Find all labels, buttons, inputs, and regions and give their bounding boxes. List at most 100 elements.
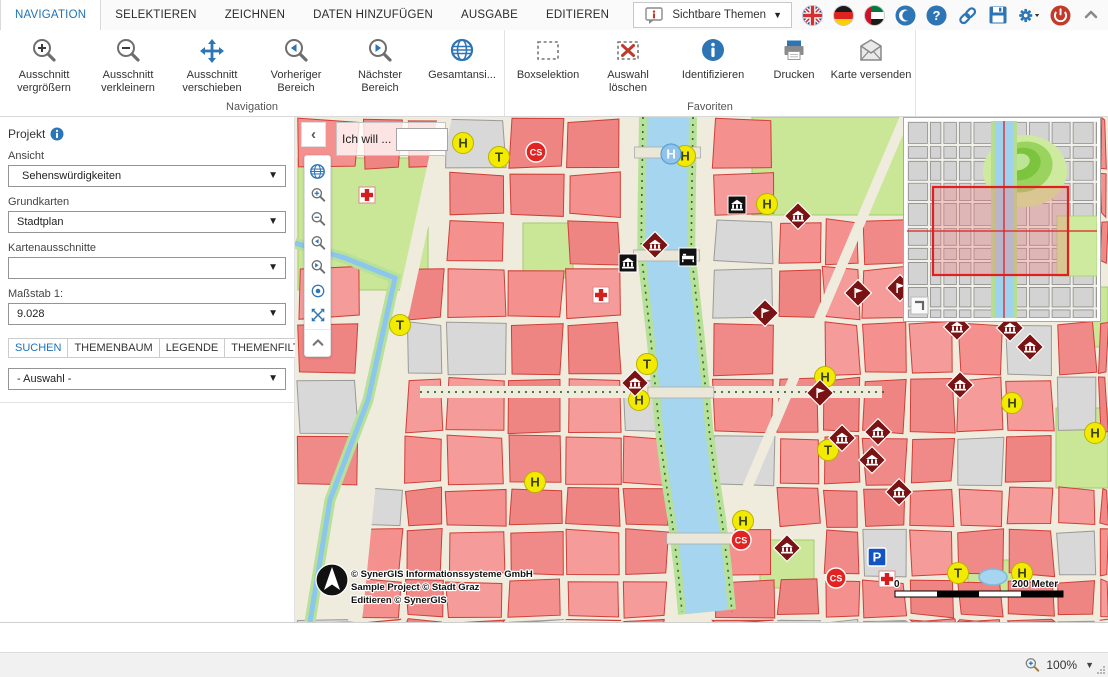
zoom-out-icon[interactable] [305,207,330,231]
stop-yellow-h-marker[interactable]: H [453,133,474,154]
ansicht-value: Sehenswürdigkeiten [22,170,121,182]
full-extent-icon [448,35,476,67]
settings-gear-icon[interactable] [1018,4,1040,26]
map-toolstrip [304,155,331,357]
project-info-icon[interactable] [50,127,64,141]
hotel-square-marker[interactable] [679,248,697,266]
overview-collapse-icon[interactable] [911,297,928,314]
svg-text:H: H [738,514,747,529]
ansicht-dropdown[interactable]: Sehenswürdigkeiten ▼ [8,165,286,187]
help-icon[interactable]: ? [925,4,947,26]
stop-yellow-h-marker[interactable]: H [525,472,546,493]
stop-yellow-t-marker[interactable]: T [948,563,969,584]
previous-extent-icon[interactable] [305,231,330,255]
grundkarten-label: Grundkarten [8,196,286,208]
menu-tab-navigation[interactable]: NAVIGATION [0,0,101,30]
power-icon[interactable] [1049,4,1071,26]
svg-text:H: H [666,147,675,162]
identify-button[interactable]: Identifizieren [667,30,759,99]
menu-tab-editieren[interactable]: EDITIEREN [532,0,623,30]
chevron-down-icon: ▼ [268,308,278,319]
stop-yellow-h-marker[interactable]: H [1085,423,1106,444]
resize-grip[interactable] [1096,665,1106,675]
museum-square-marker[interactable] [728,196,746,214]
tab-themenbaum[interactable]: THEMENBAUM [67,338,159,358]
print-icon [780,35,808,67]
box-selection-button[interactable]: Boxselektion [507,30,589,99]
ich-will-input[interactable] [396,128,448,151]
collapse-up-icon[interactable] [1080,4,1102,26]
map-area[interactable]: HHHHHHHHHHTTTTTHCSCSCSP © SynerGIS Infor… [295,117,1108,622]
svg-text:T: T [396,318,404,333]
menu-tab-daten-hinzufuegen[interactable]: DATEN HINZUFÜGEN [299,0,447,30]
next-extent-icon[interactable] [305,255,330,279]
massstab-label: Maßstab 1: [8,288,286,300]
search-selection-dropdown[interactable]: - Auswahl - ▼ [8,368,286,390]
pharmacy-cross-marker[interactable] [359,187,375,203]
send-map-button[interactable]: Karte versenden [829,30,913,99]
stop-yellow-h-marker[interactable]: H [1002,393,1023,414]
citybus-cs-marker[interactable]: CS [526,142,546,162]
svg-text:H: H [1007,396,1016,411]
stop-yellow-h-marker[interactable]: H [757,194,778,215]
collapse-up-icon[interactable] [305,329,330,353]
grundkarten-value: Stadtplan [17,216,63,228]
pharmacy-cross-marker[interactable] [879,571,895,587]
stop-yellow-t-marker[interactable]: T [637,354,658,375]
full-extent-button[interactable]: Gesamtansi... [422,30,502,99]
svg-text:CS: CS [530,147,543,157]
tab-suchen[interactable]: SUCHEN [8,338,68,358]
info-bubble-icon [643,4,665,26]
stop-yellow-t-marker[interactable]: T [390,315,411,336]
massstab-dropdown[interactable]: 9.028 ▼ [8,303,286,325]
kartenausschnitte-dropdown[interactable]: ▼ [8,257,286,279]
pharmacy-cross-marker[interactable] [593,287,609,303]
previous-extent-button[interactable]: Vorheriger Bereich [254,30,338,99]
menu-tab-ausgabe[interactable]: AUSGABE [447,0,532,30]
status-bar: 100% ▼ [0,652,1108,677]
crescent-icon[interactable] [894,4,916,26]
overview-map[interactable] [903,117,1101,322]
flag-uae-icon[interactable] [863,4,885,26]
citybus-cs-marker[interactable]: CS [731,530,751,550]
link-icon[interactable] [956,4,978,26]
svg-text:CS: CS [830,573,843,583]
flag-germany-icon[interactable] [832,4,854,26]
toolbar: Ausschnitt vergrößern Ausschnitt verklei… [0,30,1108,117]
svg-text:T: T [824,443,832,458]
sidebar-divider [0,402,294,403]
menu-tab-zeichnen[interactable]: ZEICHNEN [211,0,299,30]
print-button[interactable]: Drucken [759,30,829,99]
send-map-label: Karte versenden [830,69,912,82]
svg-text:?: ? [932,8,940,23]
next-extent-button[interactable]: Nächster Bereich [338,30,422,99]
full-extent-icon[interactable] [305,303,330,327]
museum-square-marker[interactable] [619,254,637,272]
zoom-in-icon[interactable] [305,183,330,207]
clear-selection-button[interactable]: Auswahl löschen [589,30,667,99]
menu-tab-selektieren[interactable]: SELEKTIEREN [101,0,210,30]
ansicht-label: Ansicht [8,150,286,162]
save-icon[interactable] [987,4,1009,26]
svg-text:CS: CS [735,535,748,545]
zoom-out-button[interactable]: Ausschnitt verkleinern [86,30,170,99]
stop-yellow-h-marker[interactable]: H [733,511,754,532]
grundkarten-dropdown[interactable]: Stadtplan ▼ [8,211,286,233]
svg-text:P: P [873,550,882,565]
stop-blue-h-marker[interactable]: H [661,144,681,164]
stop-yellow-t-marker[interactable]: T [489,147,510,168]
citybus-cs-marker[interactable]: CS [826,568,846,588]
pan-button[interactable]: Ausschnitt verschieben [170,30,254,99]
visible-themes-dropdown[interactable]: Sichtbare Themen ▼ [633,2,792,28]
parking-p-marker[interactable]: P [868,548,886,566]
svg-text:T: T [643,357,651,372]
flag-uk-icon[interactable] [801,4,823,26]
zoom-level-dropdown[interactable]: ▼ [1085,660,1094,670]
overview-globe-icon[interactable] [305,159,330,183]
ich-will-label: Ich will ... [342,132,391,146]
zoom-in-button[interactable]: Ausschnitt vergrößern [2,30,86,99]
locate-icon[interactable] [305,279,330,303]
sidebar-collapse-button[interactable]: ‹ [301,122,326,147]
tab-legende[interactable]: LEGENDE [159,338,226,358]
box-selection-icon [534,35,562,67]
